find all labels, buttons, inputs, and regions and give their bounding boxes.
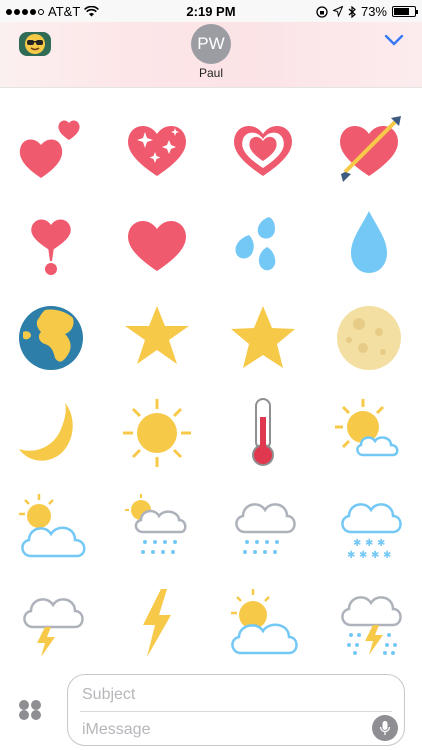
- sweat-droplets-icon: [235, 217, 276, 271]
- svg-text:✱: ✱: [359, 550, 367, 561]
- sticker-sun-behind-small-cloud[interactable]: [326, 390, 412, 476]
- sticker-heart-with-arrow[interactable]: [326, 105, 412, 191]
- contact-name[interactable]: Paul: [0, 66, 422, 80]
- thermometer-icon: [252, 398, 274, 466]
- status-indicators: 73%: [316, 4, 418, 19]
- globe-icon: [19, 306, 83, 370]
- sun-icon: [123, 399, 191, 467]
- location-icon: [332, 6, 343, 17]
- two-hearts-icon: [19, 120, 80, 178]
- sticker-full-moon[interactable]: [326, 295, 412, 381]
- subject-field[interactable]: Subject: [82, 686, 135, 704]
- red-heart-icon: [128, 220, 186, 271]
- battery-percentage: 73%: [360, 4, 387, 19]
- input-divider: [80, 711, 392, 712]
- orientation-lock-icon: [316, 5, 328, 18]
- status-bar: AT&T 2:19 PM 73%: [0, 0, 422, 22]
- sun-behind-small-cloud-icon: [335, 399, 399, 457]
- sunglasses-face-icon: [25, 34, 45, 54]
- heart-with-arrow-icon: [340, 116, 401, 182]
- sticker-grid: ✱ ✱ ✱ ✱ ✱ ✱ ✱: [0, 88, 422, 664]
- sticker-crescent-moon[interactable]: [8, 390, 94, 476]
- sticker-sun-behind-cloud[interactable]: [8, 485, 94, 571]
- sticker-high-voltage[interactable]: [114, 580, 200, 666]
- svg-text:✱: ✱: [347, 550, 355, 561]
- sticker-thermometer[interactable]: [220, 390, 306, 476]
- crescent-moon-icon: [19, 403, 73, 461]
- microphone-icon: [379, 721, 391, 735]
- sticker-heart-exclamation[interactable]: [8, 200, 94, 286]
- droplet-icon: [351, 211, 387, 273]
- sun-behind-cloud-icon: [19, 494, 86, 558]
- full-moon-icon: [337, 306, 401, 370]
- chevron-down-icon[interactable]: [384, 34, 404, 46]
- svg-text:✱: ✱: [377, 538, 385, 549]
- cloud-with-lightning-icon: [23, 598, 84, 657]
- sticker-two-hearts[interactable]: [8, 105, 94, 191]
- sticker-sun-behind-rain-cloud[interactable]: [114, 485, 200, 571]
- message-composer: Subject iMessage: [0, 664, 422, 750]
- sun-behind-rain-cloud-icon: [125, 494, 187, 554]
- contact-avatar[interactable]: PW: [191, 24, 231, 64]
- sun-behind-large-cloud-icon: [231, 589, 298, 655]
- conversation-header: PW Paul: [0, 22, 422, 88]
- sticker-glowing-star[interactable]: [114, 295, 200, 381]
- sticker-red-heart[interactable]: [114, 200, 200, 286]
- svg-text:✱: ✱: [383, 550, 391, 561]
- sticker-cloud-with-lightning-and-rain[interactable]: [326, 580, 412, 666]
- sticker-star[interactable]: [220, 295, 306, 381]
- sticker-cloud-with-rain[interactable]: [220, 485, 306, 571]
- message-field[interactable]: iMessage: [82, 721, 150, 739]
- sticker-cloud-with-snow[interactable]: ✱ ✱ ✱ ✱ ✱ ✱ ✱: [326, 485, 412, 571]
- dictation-button[interactable]: [372, 715, 398, 741]
- svg-text:✱: ✱: [353, 538, 361, 549]
- sticker-droplet[interactable]: [326, 200, 412, 286]
- battery-level: [394, 8, 409, 15]
- glowing-star-icon: [125, 306, 189, 364]
- bluetooth-icon: [348, 5, 356, 18]
- sticker-sun-behind-large-cloud[interactable]: [220, 580, 306, 666]
- battery-icon: [392, 6, 418, 17]
- heart-exclamation-icon: [31, 219, 71, 275]
- high-voltage-icon: [143, 589, 171, 657]
- growing-heart-icon: [234, 125, 292, 176]
- sparkling-heart-icon: [128, 125, 186, 176]
- sticker-globe-europe-africa[interactable]: [8, 295, 94, 381]
- cloud-with-rain-icon: [235, 503, 296, 554]
- svg-text:✱: ✱: [365, 538, 373, 549]
- app-drawer-icon[interactable]: [16, 698, 44, 722]
- cloud-with-lightning-and-rain-icon: [341, 596, 402, 655]
- sticker-growing-heart[interactable]: [220, 105, 306, 191]
- sticker-cloud-with-lightning[interactable]: [8, 580, 94, 666]
- svg-text:✱: ✱: [371, 550, 379, 561]
- sticker-app-button[interactable]: [19, 32, 51, 56]
- sticker-sun[interactable]: [114, 390, 200, 476]
- avatar-initials: PW: [197, 34, 225, 53]
- star-icon: [231, 306, 295, 368]
- sticker-sparkling-heart[interactable]: [114, 105, 200, 191]
- message-input-box[interactable]: Subject iMessage: [67, 674, 405, 746]
- cloud-with-snow-icon: ✱ ✱ ✱ ✱ ✱ ✱ ✱: [341, 503, 402, 561]
- sticker-sweat-droplets[interactable]: [220, 200, 306, 286]
